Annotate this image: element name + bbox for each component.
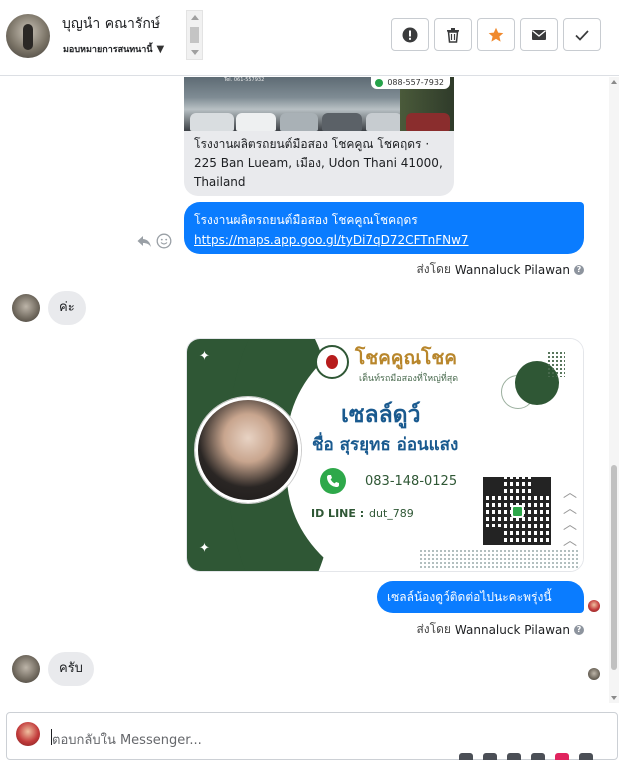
- help-icon[interactable]: ?: [574, 624, 584, 635]
- star-button[interactable]: [477, 18, 515, 51]
- sent-by-prefix: ส่งโดย: [416, 622, 451, 636]
- line-id-label: ID LINE :: [311, 507, 365, 520]
- decor-dots: [547, 351, 565, 377]
- incoming-message[interactable]: ครับ: [48, 652, 94, 686]
- check-icon: [575, 29, 589, 41]
- emoji-icon[interactable]: [531, 753, 545, 760]
- trash-icon: [447, 27, 459, 43]
- header-actions: [391, 18, 601, 51]
- car-shape: [322, 113, 362, 131]
- sent-by-name: Wannaluck Pilawan: [454, 262, 570, 277]
- incoming-message[interactable]: ค่ะ: [48, 291, 86, 325]
- sent-by-label: ส่งโดย Wannaluck Pilawan ?: [416, 260, 584, 279]
- image-icon[interactable]: [483, 753, 497, 760]
- reply-composer[interactable]: ตอบกลับใน Messenger...: [6, 712, 618, 760]
- mark-spam-button[interactable]: [391, 18, 429, 51]
- image-phone-badge: 088-557-7932: [371, 77, 450, 89]
- image-tag-text: Tel. 061-557932: [224, 77, 265, 83]
- message-hover-actions: [136, 233, 172, 249]
- star-icon: [488, 27, 504, 42]
- chevron-down-icon: ▼: [156, 43, 165, 55]
- contact-avatar-small[interactable]: [12, 655, 40, 683]
- delete-button[interactable]: [434, 18, 472, 51]
- link-preview-image: Tel. 061-557932 088-557-7932: [184, 77, 454, 131]
- emoji-react-icon[interactable]: [156, 233, 172, 249]
- assign-label: มอบหมายการสนทนานี้: [63, 45, 153, 55]
- car-shape: [406, 113, 450, 131]
- message-list-scrollbar[interactable]: [609, 77, 619, 703]
- link-preview-title[interactable]: โรงงานผลิตรถยนต์มือสอง โชคคูณ โชคฤดร · 2…: [194, 135, 448, 192]
- conversation-header: บุญนำ คณารักษ์ มอบหมายการสนทนานี้ ▼: [0, 0, 619, 76]
- contact-avatar[interactable]: [6, 14, 50, 58]
- scroll-thumb[interactable]: [611, 465, 617, 670]
- brand-name: โชคคูณโชค: [355, 347, 457, 369]
- salesperson-role: เซลล์ดูว์: [341, 402, 421, 428]
- my-avatar: [16, 722, 40, 746]
- salesperson-name: ชื่อ สุรยุทธ อ่อนแสง: [312, 435, 459, 455]
- reply-input[interactable]: ตอบกลับใน Messenger...: [52, 729, 202, 750]
- line-logo-icon: [511, 505, 524, 518]
- scroll-up-arrow-icon[interactable]: [611, 80, 617, 84]
- business-card-image[interactable]: ✦ ✦ โชคคูณโชค เต็นท์รถมือสองที่ใหญ่ที่สุ…: [186, 338, 584, 572]
- outgoing-link-message[interactable]: โรงงานผลิตรถยนต์มือสอง โชคคูณโชคฤดร http…: [184, 202, 584, 254]
- outgoing-message[interactable]: เซลล์น้องดูว์ติดต่อไปนะคะพรุ่งนี้: [377, 581, 584, 613]
- sent-by-name: Wannaluck Pilawan: [454, 622, 570, 637]
- link-message-text: โรงงานผลิตรถยนต์มือสอง โชคคูณโชคฤดร: [194, 213, 418, 227]
- scroll-thumb[interactable]: [190, 27, 199, 43]
- scroll-up-arrow-icon[interactable]: [191, 15, 199, 20]
- alert-icon: [402, 27, 418, 42]
- sent-by-label: ส่งโดย Wannaluck Pilawan ?: [416, 620, 584, 639]
- gif-icon[interactable]: [507, 753, 521, 760]
- sparkle-icon: ✦: [199, 349, 210, 364]
- header-scrollbar[interactable]: [186, 10, 203, 60]
- phone-icon: [320, 468, 346, 494]
- mark-unread-button[interactable]: [520, 18, 558, 51]
- contact-avatar-small[interactable]: [12, 294, 40, 322]
- brand-tagline: เต็นท์รถมือสองที่ใหญ่ที่สุด: [359, 374, 459, 384]
- conversation-view: บุญนำ คณารักษ์ มอบหมายการสนทนานี้ ▼ Tel.…: [0, 0, 619, 760]
- message-list[interactable]: Tel. 061-557932 088-557-7932 โรงงานผลิตร…: [0, 77, 619, 703]
- seen-avatar: [588, 668, 600, 680]
- sender-avatar-mini: [588, 600, 600, 612]
- help-icon[interactable]: ?: [574, 264, 584, 275]
- mark-done-button[interactable]: [563, 18, 601, 51]
- attachment-icon[interactable]: [459, 753, 473, 760]
- reply-arrow-icon[interactable]: [136, 233, 152, 249]
- decor-dot-band: [419, 549, 579, 569]
- composer-tools: [459, 753, 593, 760]
- contact-name[interactable]: บุญนำ คณารักษ์: [62, 13, 160, 35]
- heart-icon[interactable]: [555, 753, 569, 760]
- link-preview-card[interactable]: Tel. 061-557932 088-557-7932 โรงงานผลิตร…: [184, 77, 454, 196]
- brand-logo: [315, 345, 349, 379]
- car-shape: [236, 113, 276, 131]
- scroll-down-arrow-icon[interactable]: [191, 50, 199, 55]
- more-icon[interactable]: [579, 753, 593, 760]
- maps-link[interactable]: https://maps.app.goo.gl/tyDi7qD72CFTnFNw…: [194, 230, 574, 250]
- envelope-icon: [532, 29, 546, 40]
- assign-conversation-dropdown[interactable]: มอบหมายการสนทนานี้ ▼: [63, 42, 164, 56]
- sent-by-prefix: ส่งโดย: [416, 262, 451, 276]
- scroll-down-arrow-icon[interactable]: [611, 696, 617, 700]
- salesperson-photo: [195, 397, 301, 503]
- car-shape: [190, 113, 234, 131]
- line-id-value: dut_789: [369, 507, 414, 520]
- salesperson-phone: 083-148-0125: [365, 474, 458, 489]
- sparkle-icon: ✦: [199, 541, 210, 556]
- car-shape: [366, 113, 402, 131]
- car-shape: [280, 113, 318, 131]
